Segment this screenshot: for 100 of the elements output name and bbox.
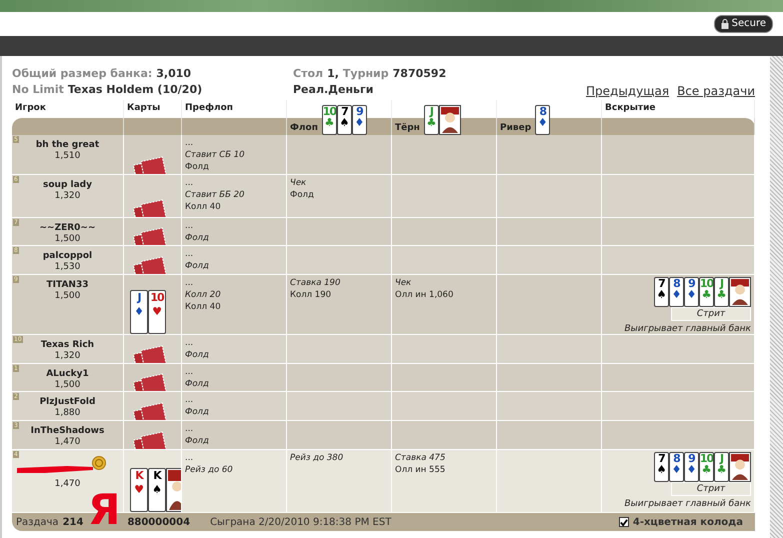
action-text: ... [185,177,194,189]
card-rank: J [137,291,141,305]
summary-value: Texas Holdem (10/20) [68,82,202,98]
suit-symbol: ♦ [538,117,548,128]
action-text: ... [185,394,194,406]
street-label: Ривер [500,122,532,134]
suit-symbol: ♠ [152,483,162,497]
action-text: ... [185,423,194,435]
action-text: Колл 190 [290,289,332,301]
player-name: PlzJustFold [40,397,96,408]
player-name: palcoppol [42,251,92,262]
check-icon [620,518,628,526]
summary-value: 7870592 [392,66,446,82]
suit-symbol: ♦ [354,117,364,128]
action-text: Фолд [185,349,209,361]
chip-count: 1,880 [54,408,80,419]
player-name: soup lady [43,180,92,191]
suit-symbol: ♦ [686,289,696,300]
card-rank: 10 [700,278,713,289]
card-rank: 9 [356,106,363,117]
suit-symbol: ♦ [672,289,682,300]
chip-count: 1,470 [54,479,80,490]
nav-link-text[interactable]: Все раздачи [677,82,755,100]
player-name: Texas Rich [40,340,94,351]
chip-count: 1,500 [54,380,80,391]
action-text: Колл 20 [185,289,221,301]
action-text: Чек [395,277,412,289]
card-rank: 7 [341,106,348,117]
checkbox-label: 4-хцветная колода [632,516,743,530]
card-rank: 10 [150,291,164,305]
action-text: Фолд [185,435,209,447]
summary-label: Стол [293,66,324,82]
card-rank: 7 [658,278,665,289]
player-name: ~~ZER0~~ [39,223,96,234]
chip-count: 1,500 [54,291,80,302]
action-text: Колл 40 [185,201,221,213]
suit-symbol: ♣ [702,464,712,475]
action-text: Ставка 190 [290,277,340,289]
card-rank: 8 [673,453,680,464]
card-rank: 8 [673,278,680,289]
action-text: Олл ин 555 [395,464,446,476]
action-text: ... [185,366,194,378]
card-rank: J [720,278,724,289]
lock-icon [720,19,729,29]
summary-label: No Limit [12,82,64,98]
suit-symbol: ♦ [686,464,696,475]
chip-count: 1,510 [54,151,80,162]
nav-link-text[interactable]: Предыдущая [586,82,670,100]
player-name: InTheShadows [30,426,104,437]
action-text: Фолд [185,232,209,244]
hand-number: 214 [62,516,84,530]
action-text: Олл ин 1,060 [395,289,454,301]
hand-rank-label: Стрит [671,307,751,321]
suit-symbol: ♣ [702,289,712,300]
hand-number: 880000004 [127,516,190,530]
action-text: Фолд [290,189,314,201]
action-text: ... [185,248,194,260]
street-label: Тёрн [395,122,420,134]
suit-symbol: ♥ [152,305,162,319]
action-text: Фолд [185,406,209,418]
card-rank: J [430,106,433,117]
action-text: ... [185,452,194,464]
player-name: TITAN33 [46,280,88,291]
suit-symbol: ♥ [134,483,144,497]
suit-symbol: ♠ [656,464,666,475]
action-text: ... [185,337,194,349]
card-rank: 9 [688,278,695,289]
action-text: ... [185,220,194,232]
card-rank: J [720,453,724,464]
action-text: Ставит ББ 20 [185,189,244,201]
secure-button[interactable]: Secure [714,15,773,33]
chip-count: 1,500 [54,234,80,245]
result-text: Выигрывает главный банк [624,323,751,334]
action-text: Ставка 475 [395,452,446,464]
chip-count: 1,320 [54,351,80,362]
player-name: ALucky1 [46,369,89,380]
action-text: Рейз до 60 [185,464,233,476]
summary-value: Реал.Деньги [293,82,374,98]
summary-label: Турнир [342,66,389,82]
action-text: Фолд [185,378,209,390]
action-text: Рейз до 380 [290,452,344,464]
summary-label: Общий размер банка: [12,66,152,82]
card-rank: 7 [658,453,665,464]
chip-count: 1,530 [54,262,80,273]
action-text: ... [185,137,194,149]
suit-symbol: ♦ [134,305,144,319]
action-text: ... [185,277,194,289]
player-name: bh the great [36,140,100,151]
card-rank: 9 [688,453,695,464]
card-rank: K [135,469,143,483]
suit-symbol: ♣ [716,464,726,475]
chip-count: 1,470 [54,437,80,448]
hand-label: Раздача [16,516,59,530]
summary-value: 3,010 [156,66,192,82]
action-text: Колл 40 [185,301,221,313]
checkbox[interactable] [618,517,629,527]
suit-symbol: ♠ [339,117,350,128]
hand-rank-label: Стрит [671,482,751,496]
suit-symbol: ♣ [324,117,334,128]
played-time: Сыграна 2/20/2010 9:18:38 PM EST [210,516,392,530]
